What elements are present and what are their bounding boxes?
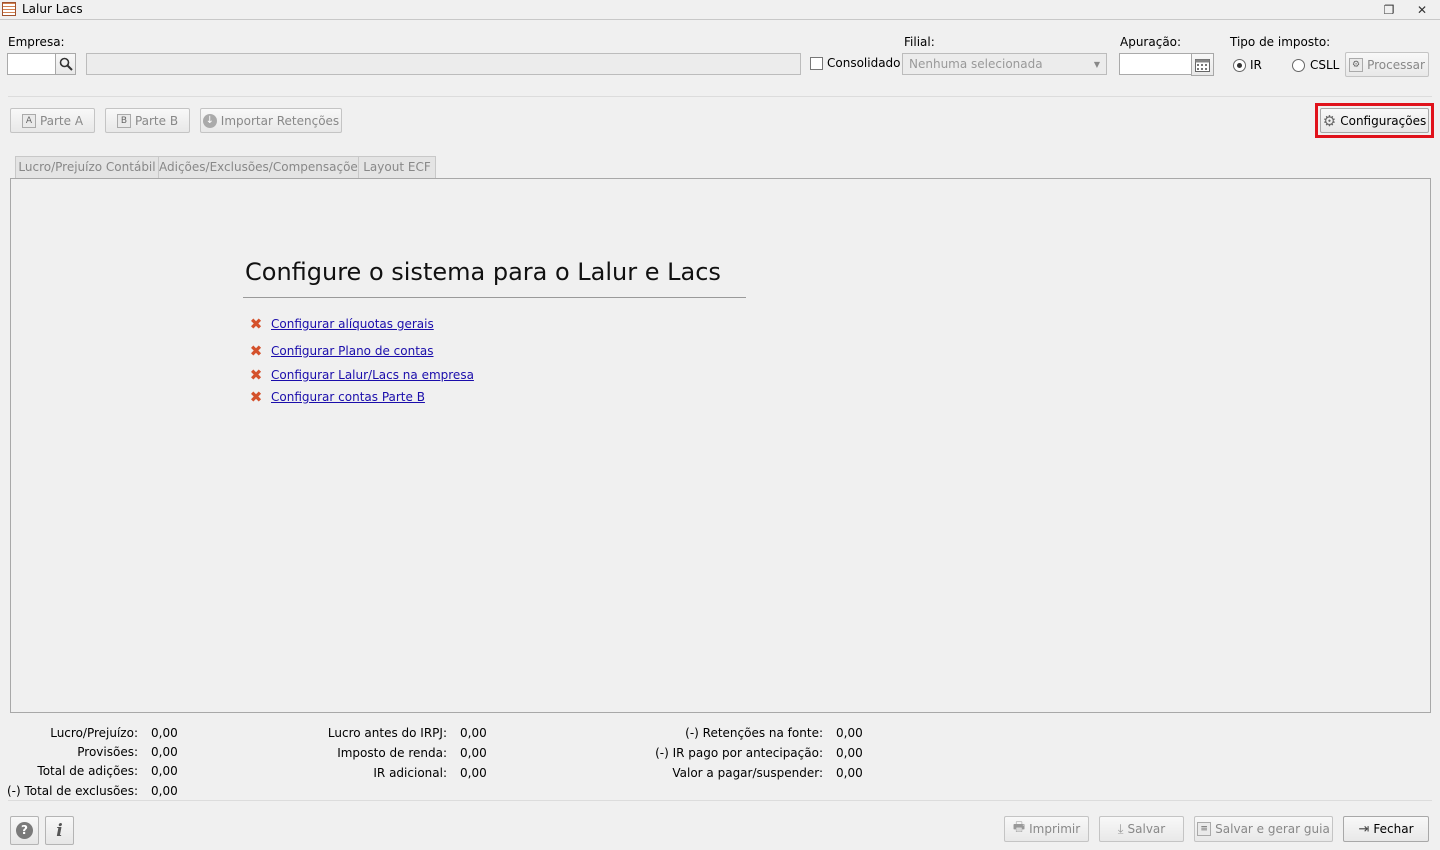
parte-b-button[interactable]: B Parte B [105,108,190,133]
summary-label: Imposto de renda: [337,746,447,760]
ledger-icon [2,2,16,16]
chevron-down-icon: ▼ [1093,60,1100,69]
consolidado-label: Consolidado [827,56,901,70]
tab-adicoes-exclusoes[interactable]: Adições/Exclusões/Compensações [158,156,364,179]
restore-icon[interactable]: ❐ [1381,2,1397,18]
processar-label: Processar [1367,57,1425,72]
import-icon: ↓ [202,113,217,128]
filial-label: Filial: [904,35,935,49]
configuracoes-button[interactable]: ⚙ Configurações [1320,108,1429,133]
summary-value: 0,00 [836,726,863,740]
gear-icon: ⚙ [1322,111,1337,130]
summary-value: 0,00 [460,746,487,760]
summary-label: (-) IR pago por antecipação: [655,746,823,760]
task-lalur-empresa: ✖ Configurar Lalur/Lacs na empresa [248,367,474,383]
summary-value: 0,00 [836,766,863,780]
link-lalur-empresa[interactable]: Configurar Lalur/Lacs na empresa [271,368,474,382]
imprimir-label: Imprimir [1029,822,1081,836]
consolidado-checkbox[interactable] [810,57,823,70]
tab-lucro-prejuizo[interactable]: Lucro/Prejuízo Contábil [15,156,159,179]
task-plano-contas: ✖ Configurar Plano de contas [248,343,434,359]
printer-icon: 🖶 [1012,820,1026,835]
summary-label: Lucro antes do IRPJ: [327,726,447,740]
radio-csll-label: CSLL [1310,58,1340,72]
search-icon [59,57,73,71]
summary-label: IR adicional: [373,766,447,780]
importar-retencoes-button[interactable]: ↓ Importar Retenções [200,108,342,133]
radio-csll[interactable] [1292,59,1305,72]
pending-x-icon: ✖ [249,388,263,406]
summary-value: 0,00 [460,726,487,740]
help-button[interactable]: ? [10,816,39,845]
summary-value: 0,00 [151,745,178,759]
link-plano-contas[interactable]: Configurar Plano de contas [271,344,434,358]
fechar-button[interactable]: ⇥ Fechar [1343,816,1429,842]
pending-x-icon: ✖ [249,366,263,384]
task-parte-b: ✖ Configurar contas Parte B [248,389,425,405]
help-icon: ? [16,822,33,839]
apuracao-date-input[interactable] [1119,53,1192,75]
parte-a-label: Parte A [39,113,84,128]
task-aliquotas: ✖ Configurar alíquotas gerais [248,316,434,332]
fechar-label: Fechar [1373,822,1414,836]
parte-a-button[interactable]: A Parte A [10,108,95,133]
tipo-imposto-label: Tipo de imposto: [1230,35,1331,49]
pending-x-icon: ✖ [249,342,263,360]
tab-layout-ecf[interactable]: Layout ECF [358,156,436,179]
window-titlebar: Lalur Lacs ❐ ✕ [0,0,1440,20]
summary-label: Valor a pagar/suspender: [672,766,823,780]
parte-b-label: Parte B [134,113,179,128]
calendar-button[interactable] [1191,53,1214,76]
filial-select[interactable]: Nenhuma selecionada ▼ [902,53,1107,75]
importar-label: Importar Retenções [220,113,340,128]
summary-label: Provisões: [77,745,138,759]
salvar-label: Salvar [1127,822,1166,836]
link-parte-b[interactable]: Configurar contas Parte B [271,390,425,404]
summary-value: 0,00 [460,766,487,780]
summary-value: 0,00 [836,746,863,760]
salvar-guia-label: Salvar e gerar guia [1215,822,1330,836]
filters-separator [8,96,1432,97]
summary-label: Lucro/Prejuízo: [50,726,138,740]
link-aliquotas[interactable]: Configurar alíquotas gerais [271,317,434,331]
pending-x-icon: ✖ [249,315,263,333]
summary-value: 0,00 [151,764,178,778]
download-icon: ⤓ [1117,821,1124,837]
configuracoes-label: Configurações [1340,113,1427,128]
radio-ir[interactable] [1233,59,1246,72]
summary-label: Total de adições: [37,764,138,778]
salvar-button[interactable]: ⤓ Salvar [1099,816,1184,842]
exit-icon: ⇥ [1358,821,1370,837]
summary-label: (-) Retenções na fonte: [685,726,823,740]
summary-value: 0,00 [151,726,178,740]
info-icon: i [56,820,63,841]
radio-dot [1237,63,1242,68]
footer-separator [8,800,1432,801]
summary-label: (-) Total de exclusões: [6,784,138,798]
filial-select-value: Nenhuma selecionada [909,57,1043,71]
window-title: Lalur Lacs [22,2,83,16]
parte-a-icon: A [21,113,36,128]
process-icon: ⚙ [1349,57,1364,72]
processar-button[interactable]: ⚙ Processar [1345,52,1429,77]
guide-icon: ≡ [1197,822,1212,836]
parte-b-icon: B [116,113,131,128]
heading-rule [243,297,746,298]
summary-value: 0,00 [151,784,178,798]
imprimir-button[interactable]: 🖶 Imprimir [1004,816,1089,842]
empresa-label: Empresa: [8,35,65,49]
setup-heading: Configure o sistema para o Lalur e Lacs [245,258,721,286]
radio-ir-label: IR [1250,58,1262,72]
info-button[interactable]: i [45,816,74,845]
empresa-search-button[interactable] [55,53,76,75]
salvar-gerar-guia-button[interactable]: ≡ Salvar e gerar guia [1194,816,1333,842]
close-icon[interactable]: ✕ [1414,2,1430,18]
apuracao-label: Apuração: [1120,35,1182,49]
empresa-code-input[interactable] [7,53,56,75]
calendar-icon [1195,58,1210,72]
empresa-name-field [86,53,801,75]
